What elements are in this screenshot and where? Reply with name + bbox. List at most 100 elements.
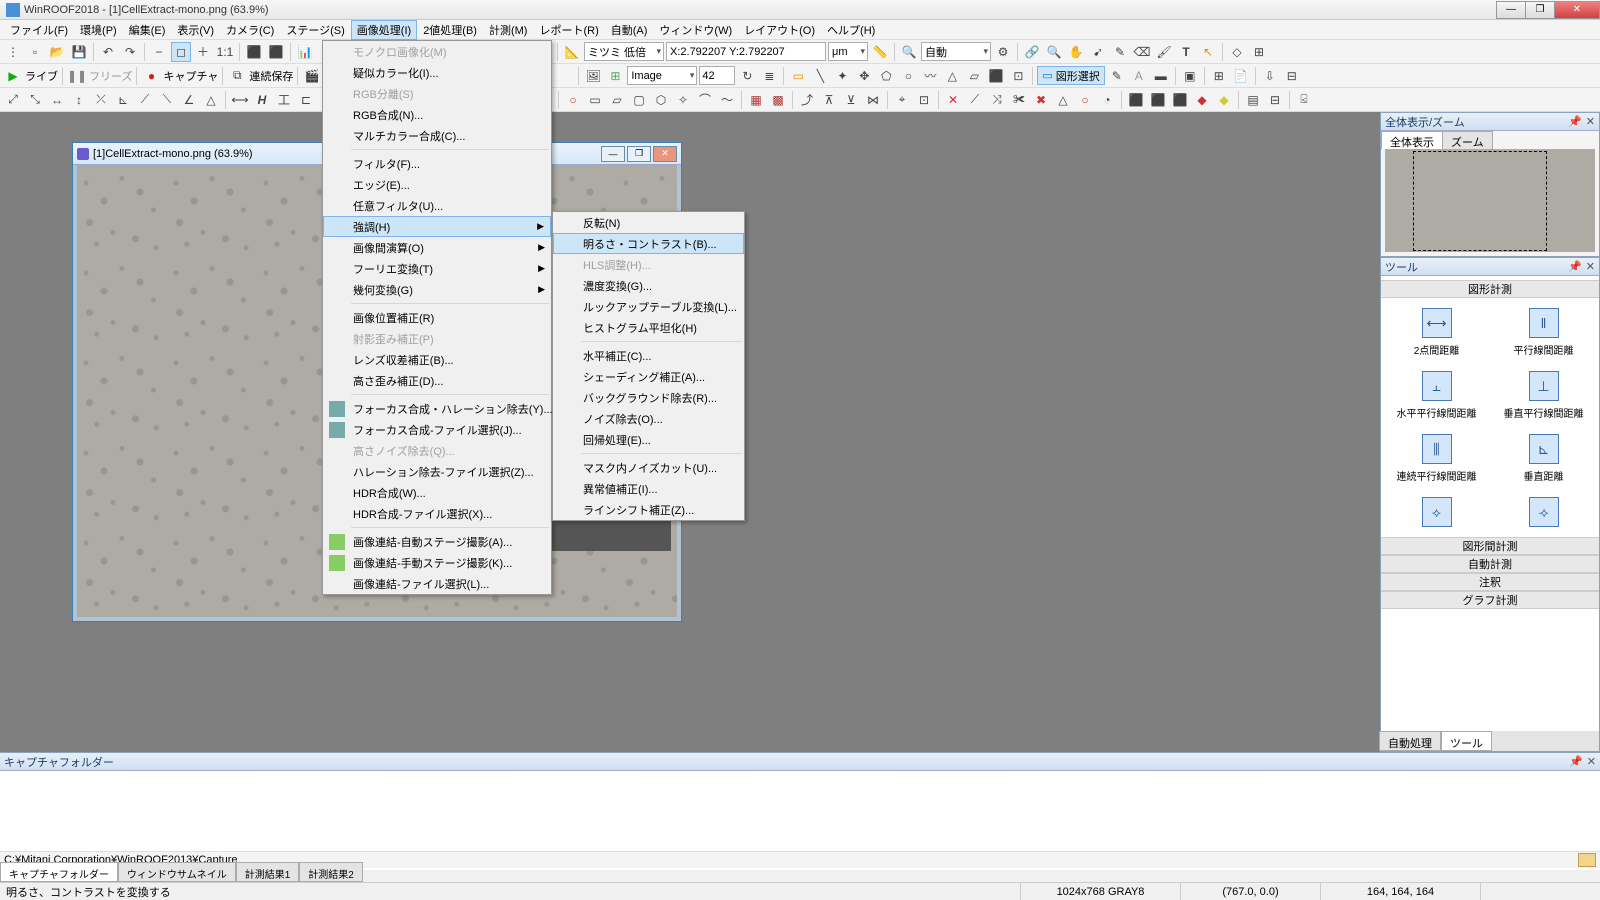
menu-entry[interactable]: バックグラウンド除去(R)... [553, 387, 744, 408]
overview-thumbnail[interactable] [1385, 149, 1595, 252]
x1-icon[interactable]: ✕ [943, 90, 963, 110]
m9-icon[interactable]: ∠ [179, 90, 199, 110]
menu-entry[interactable]: RGB合成(N)... [323, 104, 551, 125]
pointer-icon[interactable]: ➹ [1088, 42, 1108, 62]
movie-icon[interactable]: 🎬 [302, 66, 322, 86]
capture-tab[interactable]: キャプチャフォルダー [0, 862, 118, 882]
seq-label[interactable]: 連続保存 [249, 68, 293, 84]
sel-poly-icon[interactable]: ⬠ [876, 66, 896, 86]
m12-icon[interactable]: H [252, 90, 272, 110]
capture-label[interactable]: キャプチャ [163, 68, 218, 84]
sel-free-icon[interactable]: 〰 [920, 66, 940, 86]
child-min-button[interactable]: — [601, 146, 625, 162]
sel-line-icon[interactable]: ╲ [810, 66, 830, 86]
menu-entry[interactable]: ハレーション除去-ファイル選択(Z)... [323, 461, 551, 482]
close-panel-icon[interactable]: ✕ [1586, 260, 1595, 273]
fit-icon[interactable]: ◻ [171, 42, 191, 62]
m8-icon[interactable]: ⟍ [157, 90, 177, 110]
pin-icon[interactable]: 📌 [1568, 260, 1582, 273]
c8-icon[interactable]: ⍃ [1294, 90, 1314, 110]
menu-item[interactable]: 自動(A) [605, 20, 654, 40]
image-combo[interactable]: Image [627, 66, 697, 85]
sel-point-icon[interactable]: ✦ [832, 66, 852, 86]
tool-item[interactable]: ⊾垂直距離 [1492, 434, 1595, 483]
hand-icon[interactable]: ✋ [1066, 42, 1086, 62]
menu-entry[interactable]: マルチカラー合成(C)... [323, 125, 551, 146]
capture-tab[interactable]: 計測結果2 [299, 862, 363, 882]
folder-icon[interactable] [1578, 853, 1596, 867]
tab-zoom[interactable]: ズーム [1442, 131, 1493, 149]
live-label[interactable]: ライブ [25, 68, 58, 84]
undo-icon[interactable]: ↶ [98, 42, 118, 62]
menu-entry[interactable]: 高さ歪み補正(D)... [323, 370, 551, 391]
tool-item[interactable]: ⟢ [1492, 497, 1595, 527]
c6-icon[interactable]: ▤ [1243, 90, 1263, 110]
zoom-tool-icon[interactable]: 🔍 [1044, 42, 1064, 62]
menu-entry[interactable]: 濃度変換(G)... [553, 275, 744, 296]
sel-circle-icon[interactable]: ○ [898, 66, 918, 86]
zoom-100-icon[interactable]: 1:1 [215, 42, 235, 62]
menu-entry[interactable]: フィルタ(F)... [323, 153, 551, 174]
child-max-button[interactable]: ❐ [627, 146, 651, 162]
winlist-icon[interactable]: ⊞ [1209, 66, 1229, 86]
menu-item[interactable]: ファイル(F) [4, 20, 74, 40]
report-icon[interactable]: 📄 [1231, 66, 1251, 86]
arrow-icon[interactable]: ↖ [1198, 42, 1218, 62]
tool-item[interactable]: ⫼連続平行線間距離 [1385, 434, 1488, 483]
menu-entry[interactable]: 画像連結-手動ステージ撮影(K)... [323, 552, 551, 573]
tool-section-graph[interactable]: グラフ計測 [1381, 591, 1599, 609]
menu-item[interactable]: ウィンドウ(W) [653, 20, 738, 40]
menu-entry[interactable]: HDR合成-ファイル選択(X)... [323, 503, 551, 524]
color-icon[interactable]: ▬ [1151, 66, 1171, 86]
x5-icon[interactable]: ✖ [1031, 90, 1051, 110]
record-icon[interactable]: ● [141, 66, 161, 86]
btab-auto[interactable]: 自動処理 [1379, 731, 1441, 751]
menu-entry[interactable]: 反転(N) [553, 212, 744, 233]
capture-tab[interactable]: ウィンドウサムネイル [118, 862, 236, 882]
menu-entry[interactable]: 画像位置補正(R) [323, 307, 551, 328]
s8-icon[interactable]: 〜 [717, 90, 737, 110]
menu-item[interactable]: 環境(P) [74, 20, 123, 40]
m5-icon[interactable]: ⤫ [91, 90, 111, 110]
macro-icon[interactable]: ⊟ [1282, 66, 1302, 86]
menu-entry[interactable]: 疑似カラー化(I)... [323, 62, 551, 83]
sel-move-icon[interactable]: ✥ [854, 66, 874, 86]
menu-entry[interactable]: マスク内ノイズカット(U)... [553, 457, 744, 478]
mono-icon[interactable]: ⬛ [266, 42, 286, 62]
pause-icon[interactable]: ❚❚ [67, 66, 87, 86]
play-icon[interactable]: ▶ [3, 66, 23, 86]
x8-icon[interactable]: ◔ [1097, 90, 1117, 110]
histogram-icon[interactable]: 📊 [295, 42, 315, 62]
tool-item[interactable]: ⊥垂直平行線間距離 [1492, 371, 1595, 420]
m7-icon[interactable]: ⟋ [135, 90, 155, 110]
tool-item[interactable]: ⟷2点間距離 [1385, 308, 1488, 357]
window-icon[interactable]: ▣ [1180, 66, 1200, 86]
s10-icon[interactable]: ▩ [768, 90, 788, 110]
c4-icon[interactable]: ◆ [1192, 90, 1212, 110]
child-close-button[interactable]: ✕ [653, 146, 677, 162]
eraser-icon[interactable]: ⌫ [1132, 42, 1152, 62]
zoom-out-icon[interactable]: − [149, 42, 169, 62]
menu-entry[interactable]: 画像連結-自動ステージ撮影(A)... [323, 531, 551, 552]
menu-entry[interactable]: 水平補正(C)... [553, 345, 744, 366]
m3-icon[interactable]: ↔ [47, 90, 67, 110]
capture-tab[interactable]: 計測結果1 [236, 862, 300, 882]
menu-item[interactable]: 2値処理(B) [417, 20, 483, 40]
tool-section-annot[interactable]: 注釈 [1381, 573, 1599, 591]
s16-icon[interactable]: ⊡ [914, 90, 934, 110]
new-icon[interactable]: ▫ [25, 42, 45, 62]
menu-entry[interactable]: 明るさ・コントラスト(B)... [553, 233, 744, 254]
c3-icon[interactable]: ⬛ [1170, 90, 1190, 110]
btab-tool[interactable]: ツール [1441, 731, 1492, 751]
s2-icon[interactable]: ▭ [585, 90, 605, 110]
s11-icon[interactable]: ⤴ [797, 90, 817, 110]
m6-icon[interactable]: ⊾ [113, 90, 133, 110]
tool-item[interactable]: ⟡ [1385, 497, 1488, 527]
maximize-button[interactable]: ❐ [1525, 1, 1555, 19]
s9-icon[interactable]: ▦ [746, 90, 766, 110]
x6-icon[interactable]: △ [1053, 90, 1073, 110]
redo-icon[interactable]: ↷ [120, 42, 140, 62]
rgb-icon[interactable]: ⬛ [244, 42, 264, 62]
menu-entry[interactable]: フーリエ変換(T)▶ [323, 258, 551, 279]
sel-d-icon[interactable]: ⊡ [1008, 66, 1028, 86]
